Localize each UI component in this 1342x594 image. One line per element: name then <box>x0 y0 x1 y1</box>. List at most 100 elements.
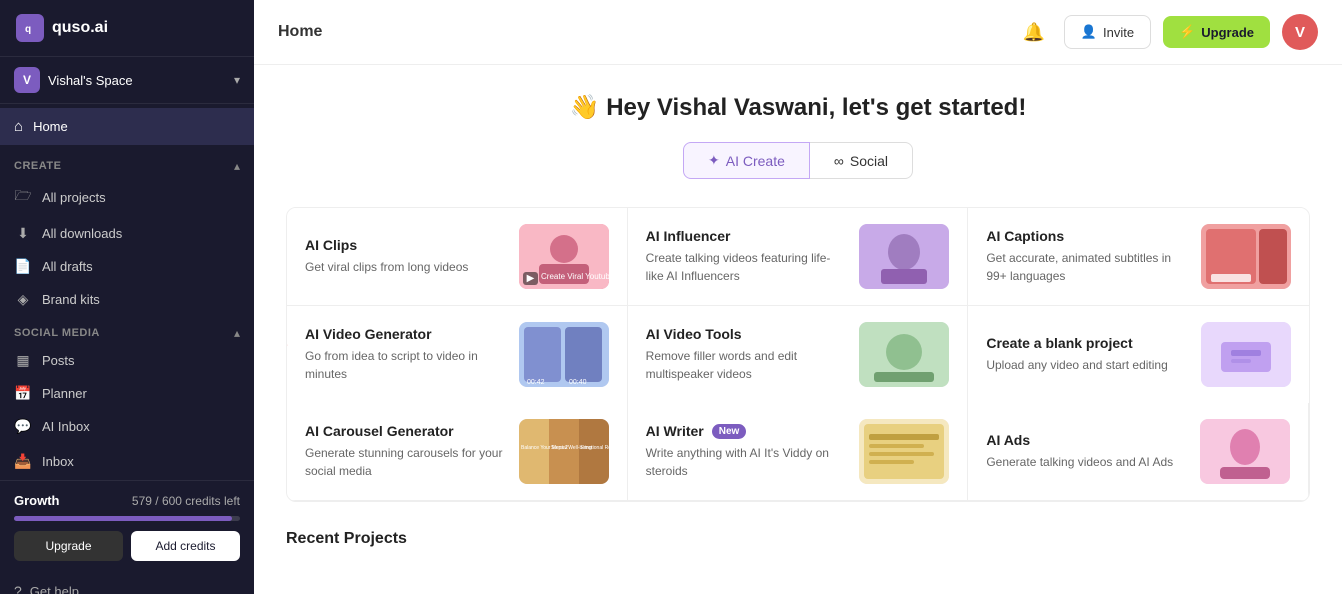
credits-progress-fill <box>14 516 232 521</box>
credits-progress-bar <box>14 516 240 521</box>
notifications-button[interactable]: 🔔 <box>1016 14 1052 50</box>
card-carousel-gen[interactable]: AI Carousel Generator Generate stunning … <box>287 403 628 501</box>
card-ai-captions-thumb <box>1201 224 1291 289</box>
sidebar-item-all-downloads[interactable]: ⬇ All downloads <box>0 217 254 250</box>
upgrade-button[interactable]: Upgrade <box>14 531 123 561</box>
invite-button[interactable]: 👤 Invite <box>1064 15 1151 49</box>
social-nav-items: ▦ Posts 📅 Planner 💬 AI Inbox <box>0 344 254 443</box>
greeting-text: 👋 Hey Vishal Vaswani, let's get started! <box>286 93 1310 122</box>
card-ai-video-tools-title: AI Video Tools <box>646 326 848 342</box>
feature-cards-grid: AI Clips Get viral clips from long video… <box>286 207 1310 502</box>
svg-text:q: q <box>25 24 31 35</box>
card-ai-captions[interactable]: AI Captions Get accurate, animated subti… <box>968 208 1309 306</box>
topbar: Home 🔔 👤 Invite ⚡ Upgrade V <box>254 0 1342 65</box>
collapse-social-icon[interactable]: ▴ <box>234 326 240 340</box>
sidebar-item-posts[interactable]: ▦ Posts <box>0 344 254 377</box>
card-ai-ads-desc: Generate talking videos and AI Ads <box>986 453 1188 471</box>
inbox-icon: 📥 <box>14 453 32 470</box>
workspace-selector[interactable]: V Vishal's Space ▾ <box>0 57 254 104</box>
svg-text:Emotional Resilience: Emotional Resilience <box>581 445 609 451</box>
sidebar-item-brand-kits[interactable]: ◈ Brand kits <box>0 283 254 316</box>
credits-text: 579 / 600 credits left <box>132 494 240 508</box>
card-blank-project-desc: Upload any video and start editing <box>986 356 1189 374</box>
sidebar-item-home[interactable]: ⌂ Home <box>0 108 254 145</box>
main-content: Home 🔔 👤 Invite ⚡ Upgrade V 👋 Hey Vishal… <box>254 0 1342 594</box>
card-blank-project-thumb <box>1201 322 1291 387</box>
posts-icon: ▦ <box>14 352 32 369</box>
sidebar-bottom: Growth 579 / 600 credits left Upgrade Ad… <box>0 480 254 573</box>
card-ai-writer-thumb <box>859 419 949 484</box>
inbox-label: Inbox <box>42 454 74 469</box>
tab-ai-create[interactable]: ✦ AI Create <box>683 142 810 179</box>
svg-text:Steps 2: Steps 2 <box>551 445 568 451</box>
card-blank-project-title: Create a blank project <box>986 335 1189 351</box>
card-ai-video-tools-desc: Remove filler words and edit multispeake… <box>646 347 848 383</box>
card-ai-clips-thumb: Create Viral Youtube Shorts <box>519 224 609 289</box>
sidebar-item-inbox[interactable]: 📥 Inbox <box>0 443 254 480</box>
card-carousel-gen-thumb: Balance Your Mental Well-being Steps 2 E… <box>519 419 609 484</box>
card-ai-writer-title: AI Writer New <box>646 423 848 439</box>
card-ai-influencer-desc: Create talking videos featuring life-lik… <box>646 249 848 285</box>
chevron-down-icon: ▾ <box>234 73 240 87</box>
sidebar-item-all-projects[interactable]: 🗁 All projects <box>0 177 254 217</box>
card-blank-project[interactable]: Create a blank project Upload any video … <box>968 306 1309 403</box>
sparkle-icon: ✦ <box>708 152 720 169</box>
card-ai-video-gen[interactable]: AI Video Generator Go from idea to scrip… <box>287 306 628 403</box>
content-area: 👋 Hey Vishal Vaswani, let's get started!… <box>254 65 1342 594</box>
ai-inbox-icon: 💬 <box>14 418 32 435</box>
sidebar-item-ai-inbox[interactable]: 💬 AI Inbox <box>0 410 254 443</box>
card-ai-video-gen-thumb: 00:42 00:40 <box>519 322 609 387</box>
lightning-icon: ⚡ <box>1179 24 1195 40</box>
sidebar: q quso.ai V Vishal's Space ▾ ⌂ Home CREA… <box>0 0 254 594</box>
card-ai-writer-desc: Write anything with AI It's Viddy on ste… <box>646 444 848 480</box>
home-icon: ⌂ <box>14 118 23 135</box>
page-title: Home <box>278 23 322 41</box>
card-ai-ads[interactable]: AI Ads Generate talking videos and AI Ad… <box>968 403 1309 501</box>
card-ai-clips-desc: Get viral clips from long videos <box>305 258 507 276</box>
sidebar-action-buttons: Upgrade Add credits <box>14 531 240 561</box>
collapse-create-icon[interactable]: ▴ <box>234 159 240 173</box>
home-label: Home <box>33 119 68 134</box>
tab-social[interactable]: ∞ Social <box>810 142 913 179</box>
invite-user-icon: 👤 <box>1081 24 1097 40</box>
annotation-arrow <box>286 316 297 366</box>
svg-text:00:40: 00:40 <box>569 379 587 386</box>
create-nav-items: 🗁 All projects ⬇ All downloads 📄 All dra… <box>0 177 254 316</box>
card-ai-video-tools-thumb <box>859 322 949 387</box>
create-section-header: CREATE ▴ <box>0 149 254 177</box>
growth-label: Growth <box>14 493 60 508</box>
growth-row: Growth 579 / 600 credits left <box>14 493 240 508</box>
card-ai-influencer-thumb <box>859 224 949 289</box>
card-ai-clips[interactable]: AI Clips Get viral clips from long video… <box>287 208 628 306</box>
sidebar-item-planner[interactable]: 📅 Planner <box>0 377 254 410</box>
card-ai-writer[interactable]: AI Writer New Write anything with AI It'… <box>628 403 969 501</box>
card-carousel-gen-desc: Generate stunning carousels for your soc… <box>305 444 507 480</box>
download-icon: ⬇ <box>14 225 32 242</box>
card-ai-clips-title: AI Clips <box>305 237 507 253</box>
card-ai-captions-title: AI Captions <box>986 228 1189 244</box>
social-icon: ∞ <box>834 153 844 169</box>
card-ai-video-tools[interactable]: AI Video Tools Remove filler words and e… <box>628 306 969 403</box>
card-ai-ads-title: AI Ads <box>986 432 1188 448</box>
tab-row: ✦ AI Create ∞ Social <box>286 142 1310 179</box>
card-ai-video-gen-title: AI Video Generator <box>305 326 507 342</box>
card-ai-captions-desc: Get accurate, animated subtitles in 99+ … <box>986 249 1189 285</box>
logo-row[interactable]: q quso.ai <box>0 0 254 57</box>
svg-text:00:42: 00:42 <box>527 379 545 386</box>
new-badge: New <box>712 424 747 439</box>
sidebar-item-all-drafts[interactable]: 📄 All drafts <box>0 250 254 283</box>
folder-icon: 🗁 <box>14 185 32 209</box>
topbar-upgrade-button[interactable]: ⚡ Upgrade <box>1163 16 1270 48</box>
card-ai-influencer-title: AI Influencer <box>646 228 848 244</box>
card-ai-ads-thumb <box>1200 419 1290 484</box>
draft-icon: 📄 <box>14 258 32 275</box>
card-ai-influencer[interactable]: AI Influencer Create talking videos feat… <box>628 208 969 306</box>
social-section-header: SOCIAL MEDIA ▴ <box>0 316 254 344</box>
social-section-title: SOCIAL MEDIA <box>14 327 100 339</box>
get-help-label: Get help <box>30 584 79 594</box>
card-ai-video-gen-desc: Go from idea to script to video in minut… <box>305 347 507 383</box>
user-avatar[interactable]: V <box>1282 14 1318 50</box>
topbar-right: 🔔 👤 Invite ⚡ Upgrade V <box>1016 14 1318 50</box>
add-credits-button[interactable]: Add credits <box>131 531 240 561</box>
get-help-item[interactable]: ? Get help <box>0 573 254 594</box>
